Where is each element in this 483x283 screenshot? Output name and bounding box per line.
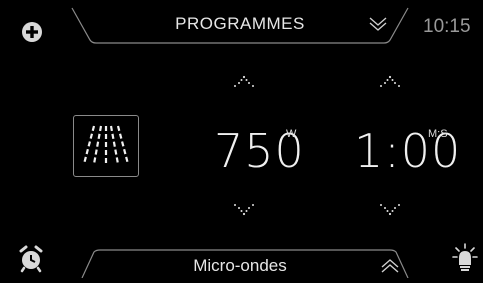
lamp-icon[interactable] [452,243,478,273]
alarm-clock-icon[interactable] [18,245,44,273]
power-decrease-button[interactable] [232,203,256,217]
power-unit: W [286,128,297,140]
double-chevron-up-icon[interactable] [380,257,400,275]
mode-label: Micro-ondes [193,256,287,275]
page-title: PROGRAMMES [175,14,305,33]
mode-selector-button[interactable] [73,115,139,177]
clock-display: 10:15 [423,16,471,37]
power-increase-button[interactable] [232,74,256,88]
oven-control-screen: PROGRAMMES 10:15 750 W 1:00 M:S Micro-on… [0,0,483,279]
duration-decrease-button[interactable] [378,203,402,217]
duration-unit: M:S [428,128,448,140]
microwave-waves-icon [82,125,130,165]
plus-icon[interactable] [21,21,43,43]
double-chevron-down-icon[interactable] [368,15,388,33]
duration-increase-button[interactable] [378,74,402,88]
